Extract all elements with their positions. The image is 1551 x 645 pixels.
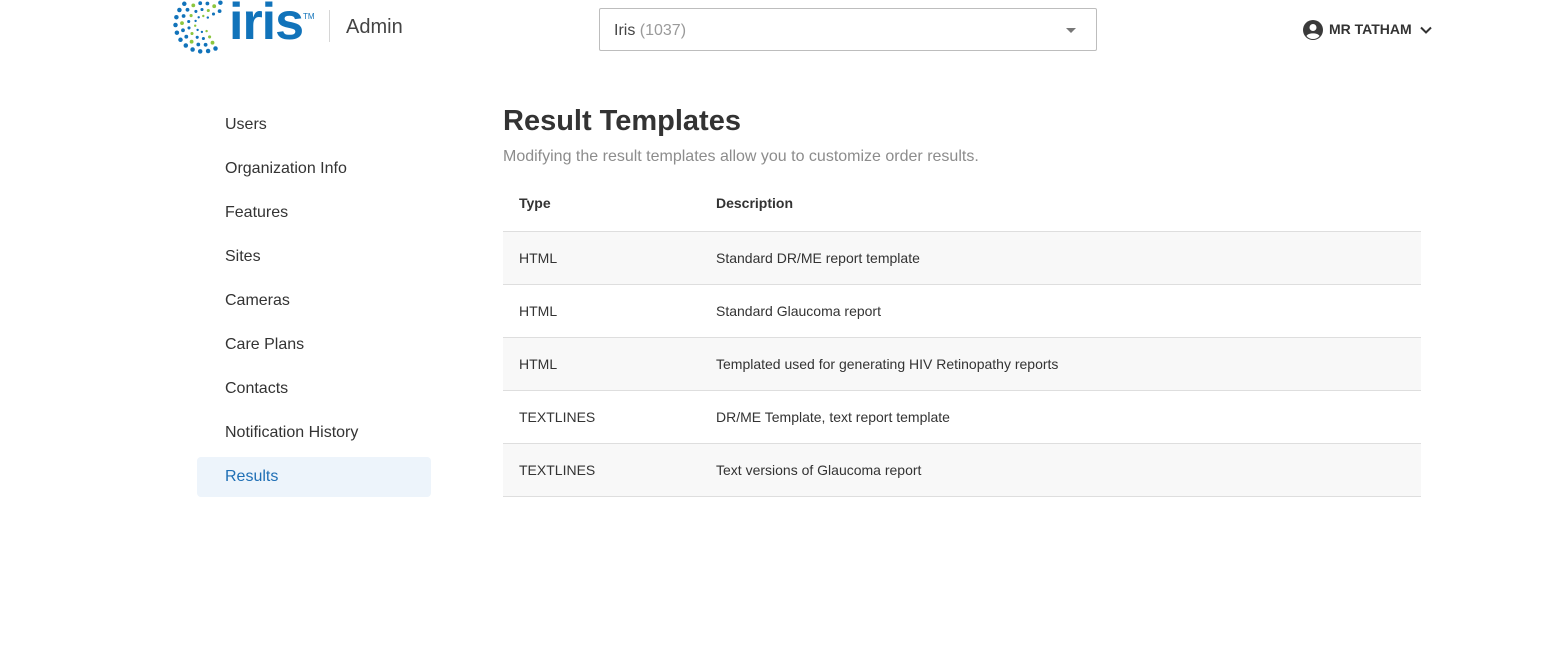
sidebar-item-results[interactable]: Results — [197, 457, 431, 497]
dropdown-caret-icon — [1066, 28, 1076, 33]
table-header-row: Type Description — [503, 176, 1421, 232]
organization-name: Iris — [614, 22, 636, 39]
cell-description: Text versions of Glaucoma report — [700, 443, 1421, 497]
table-row[interactable]: TEXTLINES Text versions of Glaucoma repor… — [503, 443, 1421, 497]
top-header: iris TM Admin Iris (1037) MR TATHAM — [0, 0, 1551, 60]
section-title: Admin — [346, 16, 403, 38]
sidebar-item-contacts[interactable]: Contacts — [197, 369, 431, 409]
iris-starburst-icon — [173, 0, 223, 54]
cell-description: DR/ME Template, text report template — [700, 390, 1421, 444]
table-row[interactable]: HTML Standard DR/ME report template — [503, 231, 1421, 285]
cell-type: TEXTLINES — [503, 443, 700, 497]
sidebar-item-sites[interactable]: Sites — [197, 237, 431, 277]
sidebar-item-care-plans[interactable]: Care Plans — [197, 325, 431, 365]
sidebar-item-users[interactable]: Users — [197, 105, 431, 145]
account-circle-icon — [1303, 20, 1323, 40]
organization-select[interactable]: Iris (1037) — [599, 8, 1097, 51]
chevron-down-icon — [1420, 26, 1432, 34]
cell-type: HTML — [503, 337, 700, 391]
column-header-type: Type — [503, 176, 700, 232]
sidebar-item-notification-history[interactable]: Notification History — [197, 413, 431, 453]
admin-sidebar: Users Organization Info Features Sites Camer… — [197, 105, 431, 501]
result-templates-table: Type Description HTML Standard DR/ME repo… — [503, 176, 1421, 497]
sidebar-item-organization-info[interactable]: Organization Info — [197, 149, 431, 189]
column-header-description: Description — [700, 176, 1421, 232]
table-row[interactable]: HTML Standard Glaucoma report — [503, 284, 1421, 338]
header-divider — [329, 10, 330, 42]
page-title: Result Templates — [503, 105, 741, 137]
user-name: MR TATHAM — [1329, 21, 1412, 37]
organization-count: (1037) — [639, 22, 687, 39]
cell-description: Standard Glaucoma report — [700, 284, 1421, 338]
table-row[interactable]: TEXTLINES DR/ME Template, text report tem… — [503, 390, 1421, 444]
logo-wordmark: iris — [229, 0, 304, 51]
sidebar-item-features[interactable]: Features — [197, 193, 431, 233]
main-content: Result Templates Modifying the result te… — [503, 100, 1421, 497]
logo-trademark: TM — [303, 12, 315, 21]
cell-type: HTML — [503, 284, 700, 338]
page-subtitle: Modifying the result templates allow you… — [503, 148, 979, 165]
cell-type: HTML — [503, 231, 700, 285]
cell-type: TEXTLINES — [503, 390, 700, 444]
iris-logo[interactable]: iris TM — [163, 0, 323, 58]
cell-description: Standard DR/ME report template — [700, 231, 1421, 285]
table-row[interactable]: HTML Templated used for generating HIV Re… — [503, 337, 1421, 391]
cell-description: Templated used for generating HIV Retino… — [700, 337, 1421, 391]
sidebar-item-cameras[interactable]: Cameras — [197, 281, 431, 321]
organization-select-value: Iris (1037) — [614, 22, 686, 40]
